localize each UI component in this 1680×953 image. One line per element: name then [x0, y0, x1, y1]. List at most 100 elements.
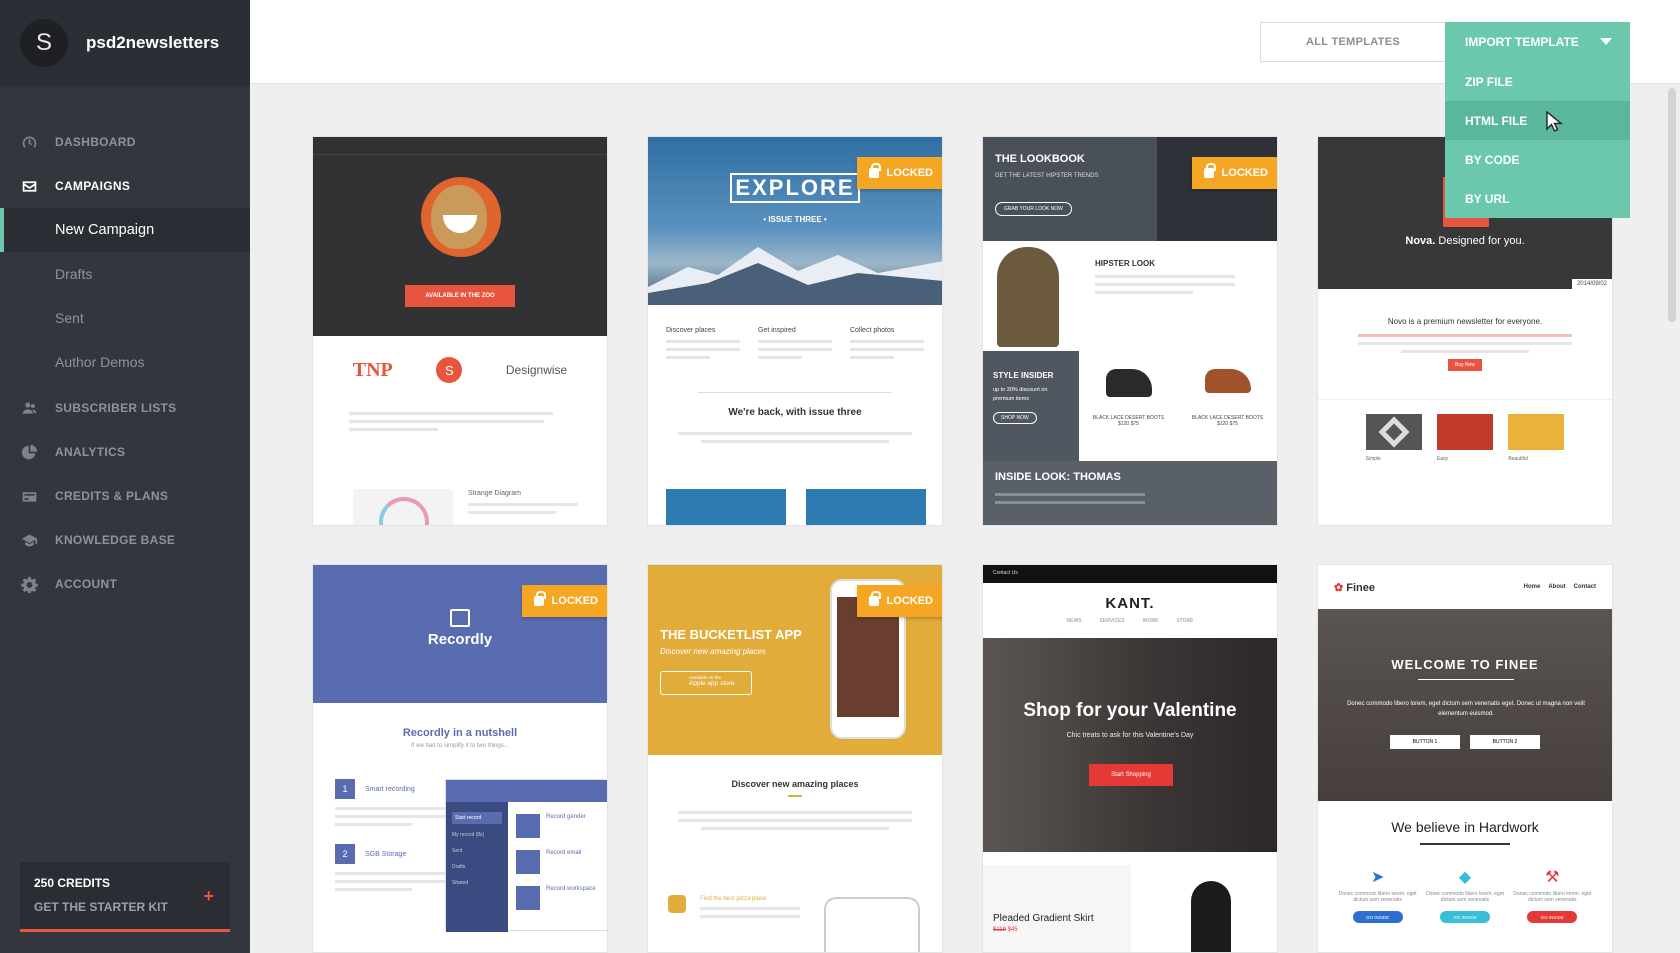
- lock-icon: [533, 591, 546, 606]
- sidebar-item-new-campaign[interactable]: New Campaign: [0, 208, 250, 252]
- brand[interactable]: S psd2newsletters: [0, 0, 250, 86]
- card-hero: AVAILABLE IN THE ZOO: [313, 137, 607, 336]
- sidebar-item-drafts[interactable]: Drafts: [0, 252, 250, 296]
- shop-now-button: SHOP NOW: [993, 412, 1037, 424]
- template-card[interactable]: Contact Us KANT. NEWS SERVICES WORK STOR…: [982, 564, 1278, 953]
- nav-knowledge-base[interactable]: KNOWLEDGE BASE: [0, 518, 250, 562]
- designwise-logo: Designwise: [505, 363, 568, 377]
- nav-dashboard[interactable]: DASHBOARD: [0, 120, 250, 164]
- mock-menu-item: Sent: [452, 848, 463, 854]
- nova-tagline: Nova. Designed for you.: [1405, 235, 1525, 247]
- finee-menu: Home About Contact: [1523, 584, 1596, 590]
- card-hero: THE LOOKBOOK GET THE LATEST HIPSTER TREN…: [983, 137, 1277, 241]
- template-card[interactable]: Recordly LOCKED Recordly in a nutshell I…: [312, 564, 608, 953]
- app: S psd2newsletters DASHBOARD CAMPAIGNS Ne…: [0, 0, 1680, 953]
- import-template-button[interactable]: IMPORT TEMPLATE: [1445, 22, 1630, 62]
- product-price: $119 $45: [993, 927, 1018, 933]
- nav-campaigns[interactable]: CAMPAIGNS: [0, 164, 250, 208]
- mock-feature: Record email: [546, 850, 582, 856]
- nav-subscriber-lists-label: SUBSCRIBER LISTS: [55, 401, 177, 415]
- card-hero: Shop for your Valentine Chic treats to a…: [983, 638, 1277, 852]
- lock-icon: [868, 163, 881, 178]
- feature-photos: Collect photos: [850, 327, 895, 334]
- inside-look-section: INSIDE LOOK: THOMAS: [983, 461, 1277, 525]
- monkey-logo: [421, 177, 501, 257]
- lookbook-title: THE LOOKBOOK: [995, 153, 1085, 165]
- gear-icon: [20, 575, 38, 593]
- dashboard-icon: [20, 133, 38, 151]
- main-nav: DASHBOARD CAMPAIGNS New Campaign Drafts …: [0, 120, 250, 606]
- scrollbar[interactable]: [1668, 88, 1676, 322]
- thumb-label: Easy: [1436, 456, 1449, 462]
- template-card[interactable]: AVAILABLE IN THE ZOO TNP S Designwise St…: [312, 136, 608, 526]
- import-option-by-url[interactable]: BY URL: [1445, 179, 1630, 218]
- add-credits-button[interactable]: +: [203, 886, 214, 907]
- locked-badge: LOCKED: [521, 585, 607, 617]
- mock-menu-item: Shared: [452, 880, 469, 886]
- bucketlist-headline: Discover new amazing places: [731, 779, 859, 789]
- sidebar-item-sent[interactable]: Sent: [0, 296, 250, 340]
- hipster-heading: HIPSTER LOOK: [1095, 259, 1156, 268]
- kant-menu-item: WORK: [1142, 618, 1159, 624]
- mock-feature: Record gender: [546, 814, 586, 820]
- card-hero: Recordly LOCKED: [313, 565, 607, 703]
- chevron-down-icon: [1600, 38, 1612, 45]
- product-price: $120 $75: [1118, 421, 1139, 427]
- kant-menu-item: SERVICES: [1099, 618, 1125, 624]
- step-label: SGB Storage: [365, 850, 407, 858]
- finee-headline: WELCOME TO FINEE: [1391, 657, 1539, 672]
- finee-logo: ✿ Finee: [1334, 581, 1376, 594]
- import-template-dropdown[interactable]: IMPORT TEMPLATE ZIP FILE HTML FILE BY CO…: [1445, 22, 1630, 218]
- nav-analytics-label: ANALYTICS: [55, 445, 126, 459]
- phone-outline: [824, 897, 920, 952]
- nav-credits-plans[interactable]: CREDITS & PLANS: [0, 474, 250, 518]
- template-card[interactable]: THE BUCKETLIST APP Discover new amazing …: [647, 564, 943, 953]
- locked-badge: LOCKED: [1191, 157, 1277, 189]
- feature-text: Donec commodo libero lorem, eget dictum …: [1338, 891, 1417, 903]
- card-hero: WELCOME TO FINEE Donec commodo libero lo…: [1318, 609, 1612, 801]
- feature-text: Donec commodo libero lorem, eget dictum …: [1426, 891, 1504, 903]
- nav-subscriber-lists[interactable]: SUBSCRIBER LISTS: [0, 386, 250, 430]
- app-mockup: Start record My record (8x) Sent Drafts …: [445, 779, 607, 932]
- credits-panel[interactable]: 250 CREDITS GET THE STARTER KIT +: [20, 862, 230, 932]
- mock-menu-item: Drafts: [452, 864, 466, 870]
- brand-logo: S: [20, 19, 68, 67]
- sidebar-item-author-demos[interactable]: Author Demos: [0, 340, 250, 384]
- template-card[interactable]: EXPLORE • ISSUE THREE • LOCKED Discover …: [647, 136, 943, 526]
- nav-dashboard-label: DASHBOARD: [55, 135, 136, 149]
- lock-icon: [868, 591, 881, 606]
- graduation-cap-icon: [20, 531, 38, 549]
- parka-image: [997, 247, 1059, 347]
- template-card[interactable]: THE LOOKBOOK GET THE LATEST HIPSTER TREN…: [982, 136, 1278, 526]
- valentine-sub: Chic treats to ask for this Valentine's …: [1066, 732, 1194, 739]
- nav-campaigns-label: CAMPAIGNS: [55, 179, 131, 193]
- import-option-by-code[interactable]: BY CODE: [1445, 140, 1630, 179]
- issue-headline: We're back, with issue three: [728, 407, 862, 418]
- tnp-logo: TNP: [352, 358, 393, 381]
- product-name: Pleaded Gradient Skirt: [993, 913, 1094, 924]
- thumb-label: Beautiful: [1508, 456, 1528, 462]
- film-icon: [450, 609, 470, 627]
- feature-row: Discover places Get inspired Collect pho…: [648, 305, 942, 364]
- envelope-icon: [20, 177, 38, 195]
- template-card[interactable]: ✿ Finee Home About Contact WELCOME TO FINE…: [1317, 564, 1613, 953]
- starter-kit-link[interactable]: GET THE STARTER KIT: [34, 900, 230, 914]
- nav-analytics[interactable]: ANALYTICS: [0, 430, 250, 474]
- import-option-zip-file[interactable]: ZIP FILE: [1445, 62, 1630, 101]
- all-templates-button[interactable]: ALL TEMPLATES: [1260, 22, 1446, 62]
- mouse-cursor-icon: [1546, 111, 1563, 132]
- valentine-headline: Shop for your Valentine: [1023, 700, 1237, 721]
- rocket-icon: ➤: [1370, 869, 1385, 886]
- mock-feature: Record workspace: [546, 886, 596, 892]
- nav-account-label: ACCOUNT: [55, 577, 118, 591]
- finee-features: ➤ Donec commodo libero lorem, eget dictu…: [1318, 845, 1612, 923]
- lookbook-subtitle: GET THE LATEST HIPSTER TRENDS: [995, 173, 1099, 179]
- nova-headline: Novo is a premium newsletter for everyon…: [1387, 317, 1543, 326]
- finee-sub: Donec commodo libero lorem, eget dictum …: [1347, 701, 1585, 717]
- grab-look-button: GRAB YOUR LOOK NOW: [995, 202, 1072, 216]
- import-option-html-file[interactable]: HTML FILE: [1445, 101, 1630, 140]
- go-inside-button: GO INSIDE: [1527, 911, 1578, 923]
- nav-account[interactable]: ACCOUNT: [0, 562, 250, 606]
- diagram-thumb: [353, 489, 453, 525]
- finee-header: ✿ Finee Home About Contact: [1318, 565, 1612, 609]
